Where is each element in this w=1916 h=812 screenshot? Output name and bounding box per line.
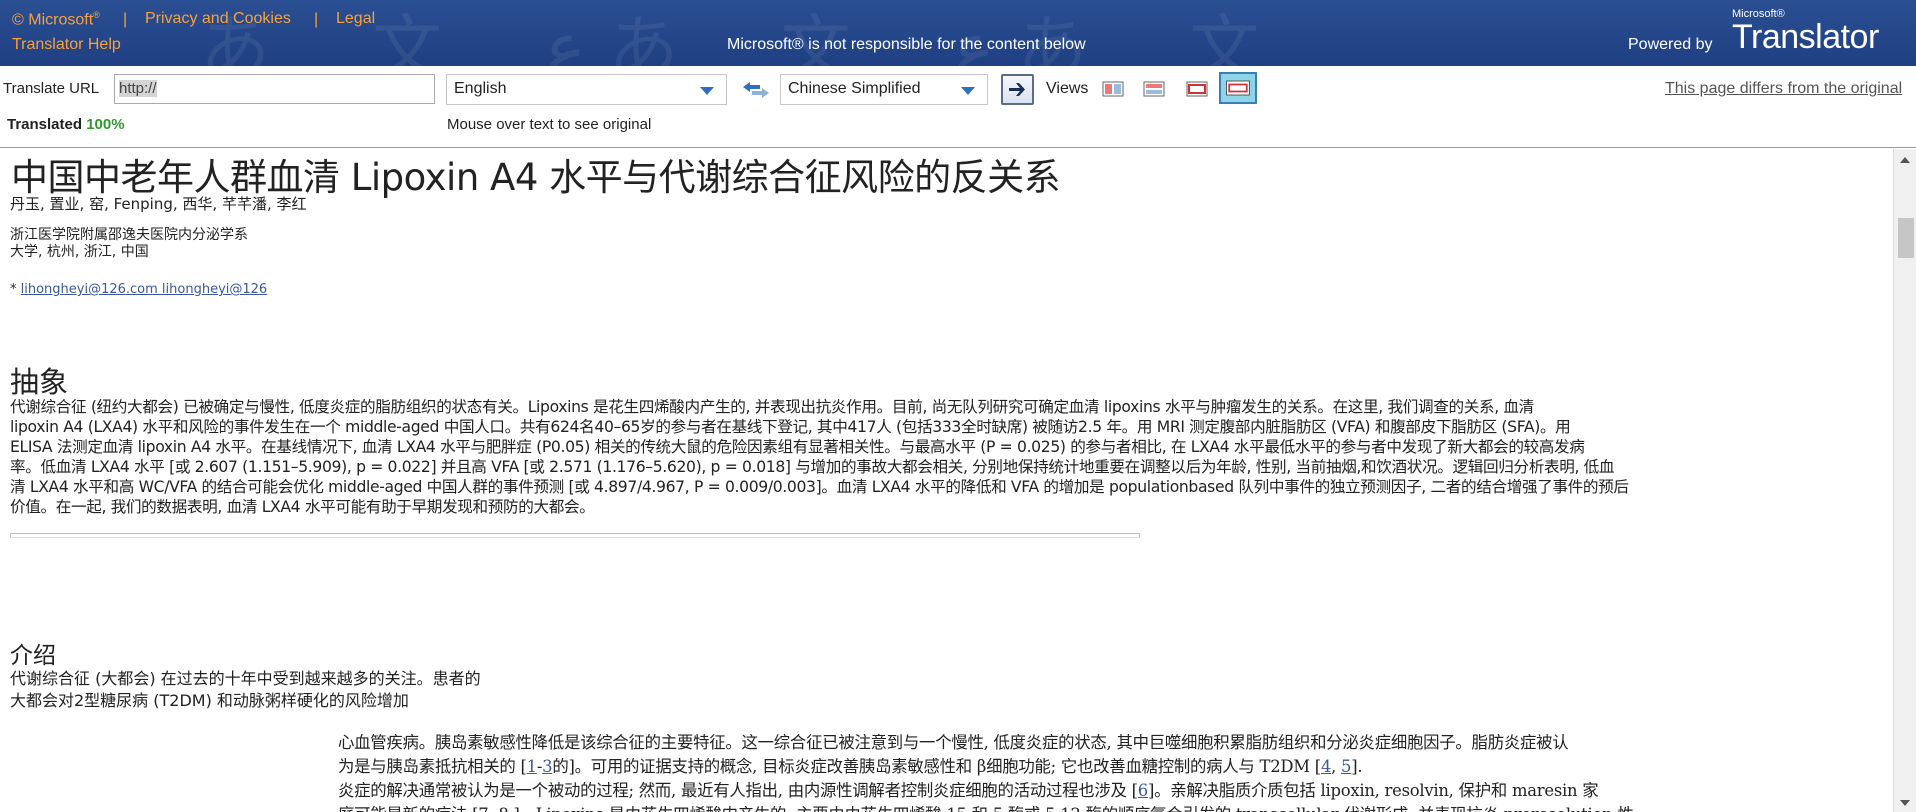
intro-line: 大都会对2型糖尿病 (T2DM) 和动脉粥样硬化的风险增加 [10,691,409,710]
to-language-select[interactable]: Chinese Simplified [780,74,988,105]
translated-status: Translated 100% [7,116,125,133]
abstract-line: 价值。在一起, 我们的数据表明, 血清 LXA4 水平可能有助于早期发现和预防的… [10,498,595,516]
translator-help-link[interactable]: Translator Help [12,36,121,54]
abstract-line: 清 LXA4 水平和高 WC/VFA 的结合可能会优化 middle-aged … [10,478,1629,496]
views-label: Views [1046,80,1089,97]
body-line: 炎症的解决通常被认为是一个被动的过程; 然而, 最近有人指出, 由内源性调解者控… [338,781,1599,800]
from-language-value: English [454,80,507,97]
translate-url-label: Translate URL [3,80,100,97]
reference-link[interactable]: 3 [542,757,552,776]
body-line: 庭可能是新的疗法 [7, 8 ]。Lipoxins 是由花生四烯酸内产生的, 主… [338,803,1860,812]
swap-languages-icon[interactable] [740,78,772,102]
from-language-select[interactable]: English [446,74,727,105]
reference-link[interactable]: 6 [1138,781,1148,800]
scroll-down-icon[interactable] [1900,800,1910,806]
chevron-down-icon [700,87,714,95]
reference-link[interactable]: 5 [1341,757,1351,776]
separator: | [123,11,128,28]
abstract-heading: 抽象 [10,365,69,399]
arrow-right-icon [1009,83,1025,96]
intro-line: 代谢综合征 (大都会) 在过去的十年中受到越来越多的关注。患者的 [10,669,481,688]
powered-by-label: Powered by [1628,36,1713,53]
email-link[interactable]: lihongheyi@126.com lihongheyi@126 [21,282,268,297]
page-differs-link[interactable]: This page differs from the original [1665,80,1902,98]
translate-toolbar: Translate URL http:// English Chinese Si… [0,66,1916,148]
view-top-bottom-icon[interactable] [1141,77,1167,101]
copyright-link[interactable]: © Microsoft® [12,10,100,29]
to-language-value: Chinese Simplified [788,80,921,97]
translate-go-button[interactable] [1001,74,1034,105]
affiliation-line: 大学, 杭州, 浙江, 中国 [10,244,149,260]
correspondence-email: * lihongheyi@126.com lihongheyi@126 [10,282,268,297]
body-line: 为是与胰岛素抵抗相关的 [1-3的]。可用的证据支持的概念, 目标炎症改善胰岛素… [338,757,1363,776]
view-translated-only-icon[interactable] [1219,72,1257,104]
chevron-down-icon [961,87,975,95]
privacy-link[interactable]: Privacy and Cookies [145,10,291,28]
view-side-by-side-icon[interactable] [1100,77,1126,101]
scrollbar-thumb[interactable] [1898,218,1914,258]
author-list: 丹玉, 置业, 窑, Fenping, 西华, 芊芊潘, 李红 [10,195,307,213]
reference-link[interactable]: 4 [1321,757,1331,776]
body-line: 心血管疾病。胰岛素敏感性降低是该综合征的主要特征。这一综合征已被注意到与一个慢性… [338,733,1569,752]
disclaimer-text: Microsoft® is not responsible for the co… [727,36,1086,53]
reference-link[interactable]: 1 [527,757,537,776]
translated-page-content: 中国中老年人群血清 Lipoxin A4 水平与代谢综合征风险的反关系 丹玉, … [0,149,1893,812]
abstract-line: lipoxin A4 (LXA4) 水平和风险的事件发生在一个 middle-a… [10,418,1571,436]
section-divider [10,533,1140,538]
view-hover-icon[interactable] [1184,77,1210,101]
translator-banner: あ 文 ع あ 文 ع あ 文 © Microsoft® | Privacy a… [0,0,1916,66]
mouseover-hint: Mouse over text to see original [447,116,652,133]
abstract-text: 代谢综合征 (纽约大都会) 已被确定与慢性, 低度炎症的脂肪组织的状态有关。Li… [10,397,1872,517]
abstract-line: ELISA 法测定血清 lipoxin A4 水平。在基线情况下, 血清 LXA… [10,438,1585,456]
logo-translator: Translator [1732,18,1879,56]
body-paragraph: 心血管疾病。胰岛素敏感性降低是该综合征的主要特征。这一综合征已被注意到与一个慢性… [338,731,1860,812]
legal-link[interactable]: Legal [336,10,375,28]
abstract-line: 率。低血清 LXA4 水平 [或 2.607 (1.151–5.909), p … [10,458,1615,476]
vertical-scrollbar[interactable] [1893,149,1916,812]
translated-percent: 100% [86,116,125,133]
abstract-line: 代谢综合征 (纽约大都会) 已被确定与慢性, 低度炎症的脂肪组织的状态有关。Li… [10,398,1534,416]
scroll-up-icon[interactable] [1900,157,1910,163]
url-input[interactable]: http:// [114,74,435,104]
separator: | [314,11,319,28]
